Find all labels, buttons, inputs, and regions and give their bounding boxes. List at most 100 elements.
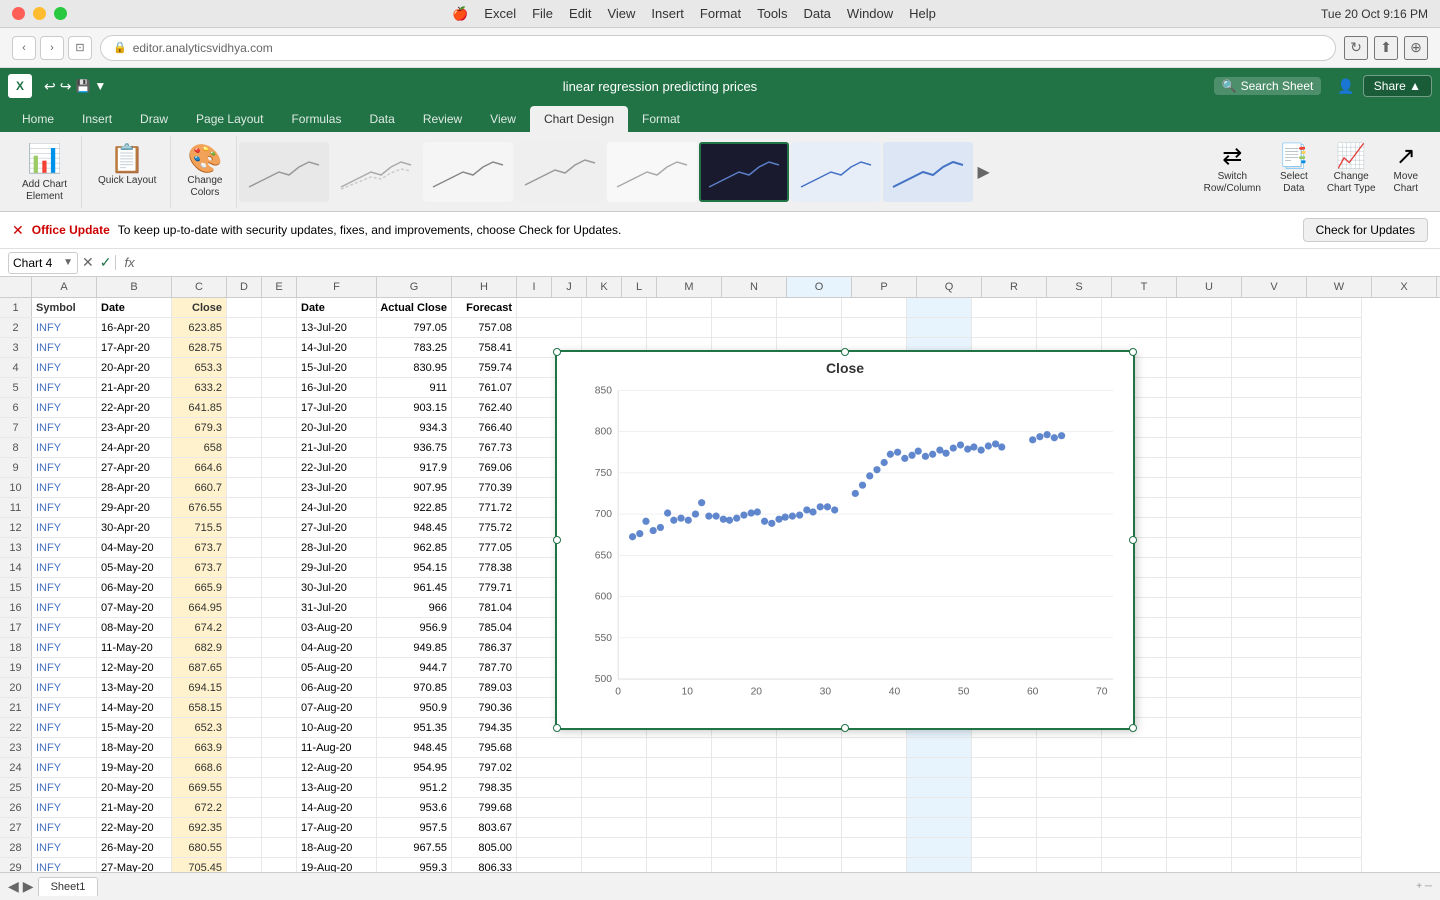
cell-rest24[interactable]: [517, 758, 582, 777]
cell-t23[interactable]: [1232, 738, 1297, 757]
cell-h7[interactable]: 766.40: [452, 418, 517, 437]
cell-rest6-2[interactable]: [842, 318, 907, 337]
col-header-U[interactable]: U: [1177, 277, 1242, 297]
cell-h1[interactable]: Forecast: [452, 298, 517, 317]
cell-e16[interactable]: [262, 598, 297, 617]
cell-e27[interactable]: [262, 818, 297, 837]
select-data-btn[interactable]: 📑 SelectData: [1273, 138, 1315, 199]
cell-q25[interactable]: [1037, 778, 1102, 797]
cell-u14[interactable]: [1297, 558, 1362, 577]
cell-rest3-27[interactable]: [647, 818, 712, 837]
cell-b12[interactable]: 30-Apr-20: [97, 518, 172, 537]
cell-a10[interactable]: INFY: [32, 478, 97, 497]
view-menu[interactable]: View: [607, 6, 635, 22]
cell-s11[interactable]: [1167, 498, 1232, 517]
cell-c3[interactable]: 628.75: [172, 338, 227, 357]
cell-t22[interactable]: [1232, 718, 1297, 737]
cell-a5[interactable]: INFY: [32, 378, 97, 397]
cell-b15[interactable]: 06-May-20: [97, 578, 172, 597]
chart-handle-br[interactable]: [1129, 724, 1137, 732]
formula-cancel-icon[interactable]: ✕: [82, 254, 94, 271]
cell-rest25[interactable]: [517, 778, 582, 797]
chart-handle-tl[interactable]: [553, 348, 561, 356]
cell-g15[interactable]: 961.45: [377, 578, 452, 597]
cell-c17[interactable]: 674.2: [172, 618, 227, 637]
cell-a14[interactable]: INFY: [32, 558, 97, 577]
cell-b25[interactable]: 20-May-20: [97, 778, 172, 797]
cell-t21[interactable]: [1232, 698, 1297, 717]
cell-d13[interactable]: [227, 538, 262, 557]
browser-forward-btn[interactable]: ›: [40, 36, 64, 60]
cell-p2[interactable]: [972, 318, 1037, 337]
cell-h10[interactable]: 770.39: [452, 478, 517, 497]
cell-rest2-23[interactable]: [582, 738, 647, 757]
cell-t18[interactable]: [1232, 638, 1297, 657]
cell-h29[interactable]: 806.33: [452, 858, 517, 872]
cell-f26[interactable]: 14-Aug-20: [297, 798, 377, 817]
cell-h5[interactable]: 761.07: [452, 378, 517, 397]
mac-minimize-btn[interactable]: [33, 7, 46, 20]
cell-rest6-29[interactable]: [842, 858, 907, 872]
cell-d27[interactable]: [227, 818, 262, 837]
tab-review[interactable]: Review: [409, 106, 476, 132]
cell-a8[interactable]: INFY: [32, 438, 97, 457]
cell-s7[interactable]: [1167, 418, 1232, 437]
cell-a28[interactable]: INFY: [32, 838, 97, 857]
col-header-S[interactable]: S: [1047, 277, 1112, 297]
cell-s6[interactable]: [1167, 398, 1232, 417]
cell-c2[interactable]: 623.85: [172, 318, 227, 337]
cell-a25[interactable]: INFY: [32, 778, 97, 797]
more-icon[interactable]: ▼: [94, 79, 106, 93]
cell-g2[interactable]: 797.05: [377, 318, 452, 337]
cell-s25[interactable]: [1167, 778, 1232, 797]
cell-rest27[interactable]: [517, 818, 582, 837]
cell-t16[interactable]: [1232, 598, 1297, 617]
cell-u21[interactable]: [1297, 698, 1362, 717]
cell-e5[interactable]: [262, 378, 297, 397]
cell-u19[interactable]: [1297, 658, 1362, 677]
cell-rest3-1[interactable]: [647, 298, 712, 317]
cell-h23[interactable]: 795.68: [452, 738, 517, 757]
cell-c4[interactable]: 653.3: [172, 358, 227, 377]
cell-e9[interactable]: [262, 458, 297, 477]
cell-o1[interactable]: [907, 298, 972, 317]
cell-h15[interactable]: 779.71: [452, 578, 517, 597]
cell-e17[interactable]: [262, 618, 297, 637]
cell-rest3-25[interactable]: [647, 778, 712, 797]
cell-g1[interactable]: Actual Close: [377, 298, 452, 317]
cell-e21[interactable]: [262, 698, 297, 717]
cell-d17[interactable]: [227, 618, 262, 637]
cell-s17[interactable]: [1167, 618, 1232, 637]
cell-g17[interactable]: 956.9: [377, 618, 452, 637]
cell-r1[interactable]: [1102, 298, 1167, 317]
cell-h20[interactable]: 789.03: [452, 678, 517, 697]
cell-a12[interactable]: INFY: [32, 518, 97, 537]
cell-e4[interactable]: [262, 358, 297, 377]
col-header-H[interactable]: H: [452, 277, 517, 297]
cell-e12[interactable]: [262, 518, 297, 537]
cell-g23[interactable]: 948.45: [377, 738, 452, 757]
col-header-T[interactable]: T: [1112, 277, 1177, 297]
quick-layout-btn[interactable]: 📋 Quick Layout: [92, 138, 162, 191]
cell-t7[interactable]: [1232, 418, 1297, 437]
cell-e22[interactable]: [262, 718, 297, 737]
cell-g4[interactable]: 830.95: [377, 358, 452, 377]
cell-a20[interactable]: INFY: [32, 678, 97, 697]
cell-b13[interactable]: 04-May-20: [97, 538, 172, 557]
cell-p27[interactable]: [972, 818, 1037, 837]
cell-g20[interactable]: 970.85: [377, 678, 452, 697]
cell-c1[interactable]: Close: [172, 298, 227, 317]
cell-a3[interactable]: INFY: [32, 338, 97, 357]
cell-d2[interactable]: [227, 318, 262, 337]
chart-handle-tc[interactable]: [841, 348, 849, 356]
cell-u16[interactable]: [1297, 598, 1362, 617]
cell-u5[interactable]: [1297, 378, 1362, 397]
cell-t27[interactable]: [1232, 818, 1297, 837]
cell-c10[interactable]: 660.7: [172, 478, 227, 497]
cell-s19[interactable]: [1167, 658, 1232, 677]
cell-b27[interactable]: 22-May-20: [97, 818, 172, 837]
cell-d25[interactable]: [227, 778, 262, 797]
col-header-G[interactable]: G: [377, 277, 452, 297]
col-header-E[interactable]: E: [262, 277, 297, 297]
cell-s5[interactable]: [1167, 378, 1232, 397]
